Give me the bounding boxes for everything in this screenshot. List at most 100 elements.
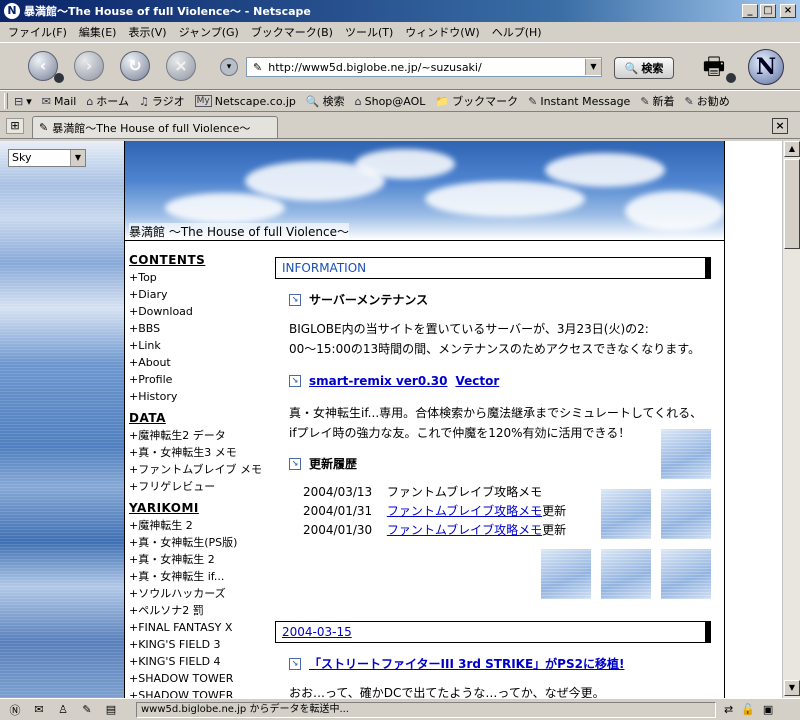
search-icon: 🔍 [624,61,639,75]
popup-icon[interactable]: ▣ [763,703,773,716]
url-field[interactable]: ✎ http://www5d.biglobe.ne.jp/~suzusaki/ … [246,57,602,77]
personal-item-search[interactable]: 🔍 検索 [306,93,345,109]
search-button[interactable]: 🔍 検索 [614,57,674,79]
nav-link-data[interactable]: +フリゲレビュー [129,478,265,495]
nav-link-diary[interactable]: +Diary [129,286,265,303]
personal-item-home[interactable]: ⌂ ホーム [86,93,129,109]
go-arrow-icon[interactable]: ▾ [220,58,238,76]
smart-remix-link[interactable]: smart-remix ver0.30 [309,374,447,388]
menu-help[interactable]: ヘルプ(H) [492,24,542,40]
nav-heading-contents: CONTENTS [129,253,206,267]
diary-date-link[interactable]: 2004-03-15 [282,625,352,639]
history-link[interactable]: ファントムブレイブ攻略メモ [387,504,542,518]
personal-item-instant-message[interactable]: ✎ Instant Message [528,95,630,108]
page-icon: ✎ [39,121,49,134]
menu-bookmarks[interactable]: ブックマーク(B) [251,24,333,40]
close-tab-button[interactable]: × [772,118,788,134]
personal-item-recommend[interactable]: ✎ お勧め [685,93,730,109]
nav-link-link[interactable]: +Link [129,337,265,354]
im-icon[interactable]: ♙ [54,703,72,716]
tab-title: 暴満館〜The House of full Violence〜 [52,121,251,135]
status-indicators: ⇄ 🔓 ▣ [724,703,781,716]
bookmarks-folder-icon: 📁 [435,94,450,108]
nav-link-history[interactable]: +History [129,388,265,405]
nav-link-yarikomi[interactable]: +真・女神転生 if... [129,568,265,585]
menu-go[interactable]: ジャンプ(G) [179,24,239,40]
personal-item-netscape[interactable]: My Netscape.co.jp [194,95,296,108]
menu-file[interactable]: ファイル(F) [8,24,67,40]
update-history: 2004/03/13 ファントムブレイブ攻略メモ 2004/01/31 ファント… [303,483,566,540]
tab-current[interactable]: ✎ 暴満館〜The House of full Violence〜 [32,116,278,138]
menu-edit[interactable]: 編集(E) [79,24,117,40]
sky-banner: 暴満館 〜The House of full Violence〜 [125,141,724,241]
mail-icon[interactable]: ✉ [30,703,48,716]
scroll-down-button[interactable]: ▼ [784,680,800,696]
print-dropdown[interactable] [726,73,736,83]
url-value[interactable]: http://www5d.biglobe.ne.jp/~suzusaki/ [268,61,585,74]
nav-link-profile[interactable]: +Profile [129,371,265,388]
address-book-icon[interactable]: ▤ [102,703,120,716]
nav-link-yarikomi[interactable]: +ソウルハッカーズ [129,585,265,602]
nav-link-bbs[interactable]: +BBS [129,320,265,337]
diary-title-link[interactable]: 「ストリートファイターIII 3rd STRIKE」がPS2に移植! [309,655,624,672]
page-proxy-icon[interactable]: ✎ [253,61,262,74]
nav-link-yarikomi[interactable]: +KING'S FIELD 4 [129,653,265,670]
personal-item-mail[interactable]: ✉ Mail [42,95,77,108]
nav-link-about[interactable]: +About [129,354,265,371]
netscape-logo[interactable]: N [748,49,784,85]
nav-link-data[interactable]: +ファントムブレイブ メモ [129,461,265,478]
site-navigation: CONTENTS +Top +Diary +Download +BBS +Lin… [129,247,265,698]
site-title: 暴満館 〜The House of full Violence〜 [129,223,349,240]
menu-tools[interactable]: ツール(T) [345,24,393,40]
nav-link-top[interactable]: +Top [129,269,265,286]
menu-window[interactable]: ウィンドウ(W) [405,24,479,40]
menu-view[interactable]: 表示(V) [128,24,166,40]
stop-button[interactable]: × [166,51,196,81]
minimize-button[interactable]: _ [742,4,758,18]
nav-link-yarikomi[interactable]: +FINAL FANTASY X [129,619,265,636]
toolbar-menu-button[interactable]: ⊟ ▾ [14,95,32,108]
location-bar: ▾ ✎ http://www5d.biglobe.ne.jp/~suzusaki… [220,57,602,77]
search-icon: 🔍 [305,94,320,108]
close-button[interactable]: × [780,4,796,18]
nav-link-download[interactable]: +Download [129,303,265,320]
nav-link-data[interactable]: +魔神転生2 データ [129,427,265,444]
nav-link-data[interactable]: +真・女神転生3 メモ [129,444,265,461]
radio-icon: ♫ [138,94,149,108]
online-icon[interactable]: ⇄ [724,703,733,716]
personal-item-bookmarks[interactable]: 📁 ブックマーク [435,93,518,109]
security-lock-icon[interactable]: 🔓 [741,703,755,716]
personal-item-shop-aol[interactable]: ⌂ Shop@AOL [355,95,426,108]
chevron-down-icon[interactable]: ▼ [70,150,85,166]
scroll-up-button[interactable]: ▲ [784,141,800,157]
navigator-icon[interactable]: Ⓝ [6,702,24,718]
url-dropdown-icon[interactable]: ▼ [585,59,601,75]
composer-icon[interactable]: ✎ [78,703,96,716]
personal-item-radio[interactable]: ♫ ラジオ [139,93,185,109]
reload-button[interactable]: ↻ [120,51,150,81]
vector-link[interactable]: Vector [455,374,499,388]
maximize-button[interactable]: □ [760,4,776,18]
title-bar: N 暴満館〜The House of full Violence〜 - Nets… [0,0,800,22]
nav-link-yarikomi[interactable]: +魔神転生 2 [129,517,265,534]
scroll-thumb[interactable] [784,159,800,249]
nav-link-yarikomi[interactable]: +KING'S FIELD 3 [129,636,265,653]
vertical-scrollbar[interactable]: ▲ ▼ [782,141,800,698]
nav-link-yarikomi[interactable]: +SHADOW TOWER [129,687,265,698]
maintenance-text: BIGLOBE内の当サイトを置いているサーバーが、3月23日(火)の2: 00〜… [289,322,701,356]
diary-date-header: 2004-03-15 [275,621,711,643]
new-tab-button[interactable]: ⊞ [6,118,24,134]
nav-link-yarikomi[interactable]: +SHADOW TOWER [129,670,265,687]
forward-button[interactable]: › [74,51,104,81]
diary-text: おお…って、確かDCで出てたような…ってか、なぜ今更。 [289,686,605,698]
theme-select[interactable]: Sky ▼ [8,149,86,167]
toolbar-grip[interactable] [4,93,8,109]
nav-link-yarikomi[interactable]: +真・女神転生(PS版) [129,534,265,551]
back-history-dropdown[interactable] [54,73,64,83]
nav-link-yarikomi[interactable]: +ペルソナ2 罰 [129,602,265,619]
window-title: 暴満館〜The House of full Violence〜 - Netsca… [24,5,311,18]
nav-link-yarikomi[interactable]: +真・女神転生 2 [129,551,265,568]
personal-item-new[interactable]: ✎ 新着 [640,93,674,109]
status-message: www5d.biglobe.ne.jp からデータを転送中... [136,701,716,718]
history-link[interactable]: ファントムブレイブ攻略メモ [387,523,542,537]
